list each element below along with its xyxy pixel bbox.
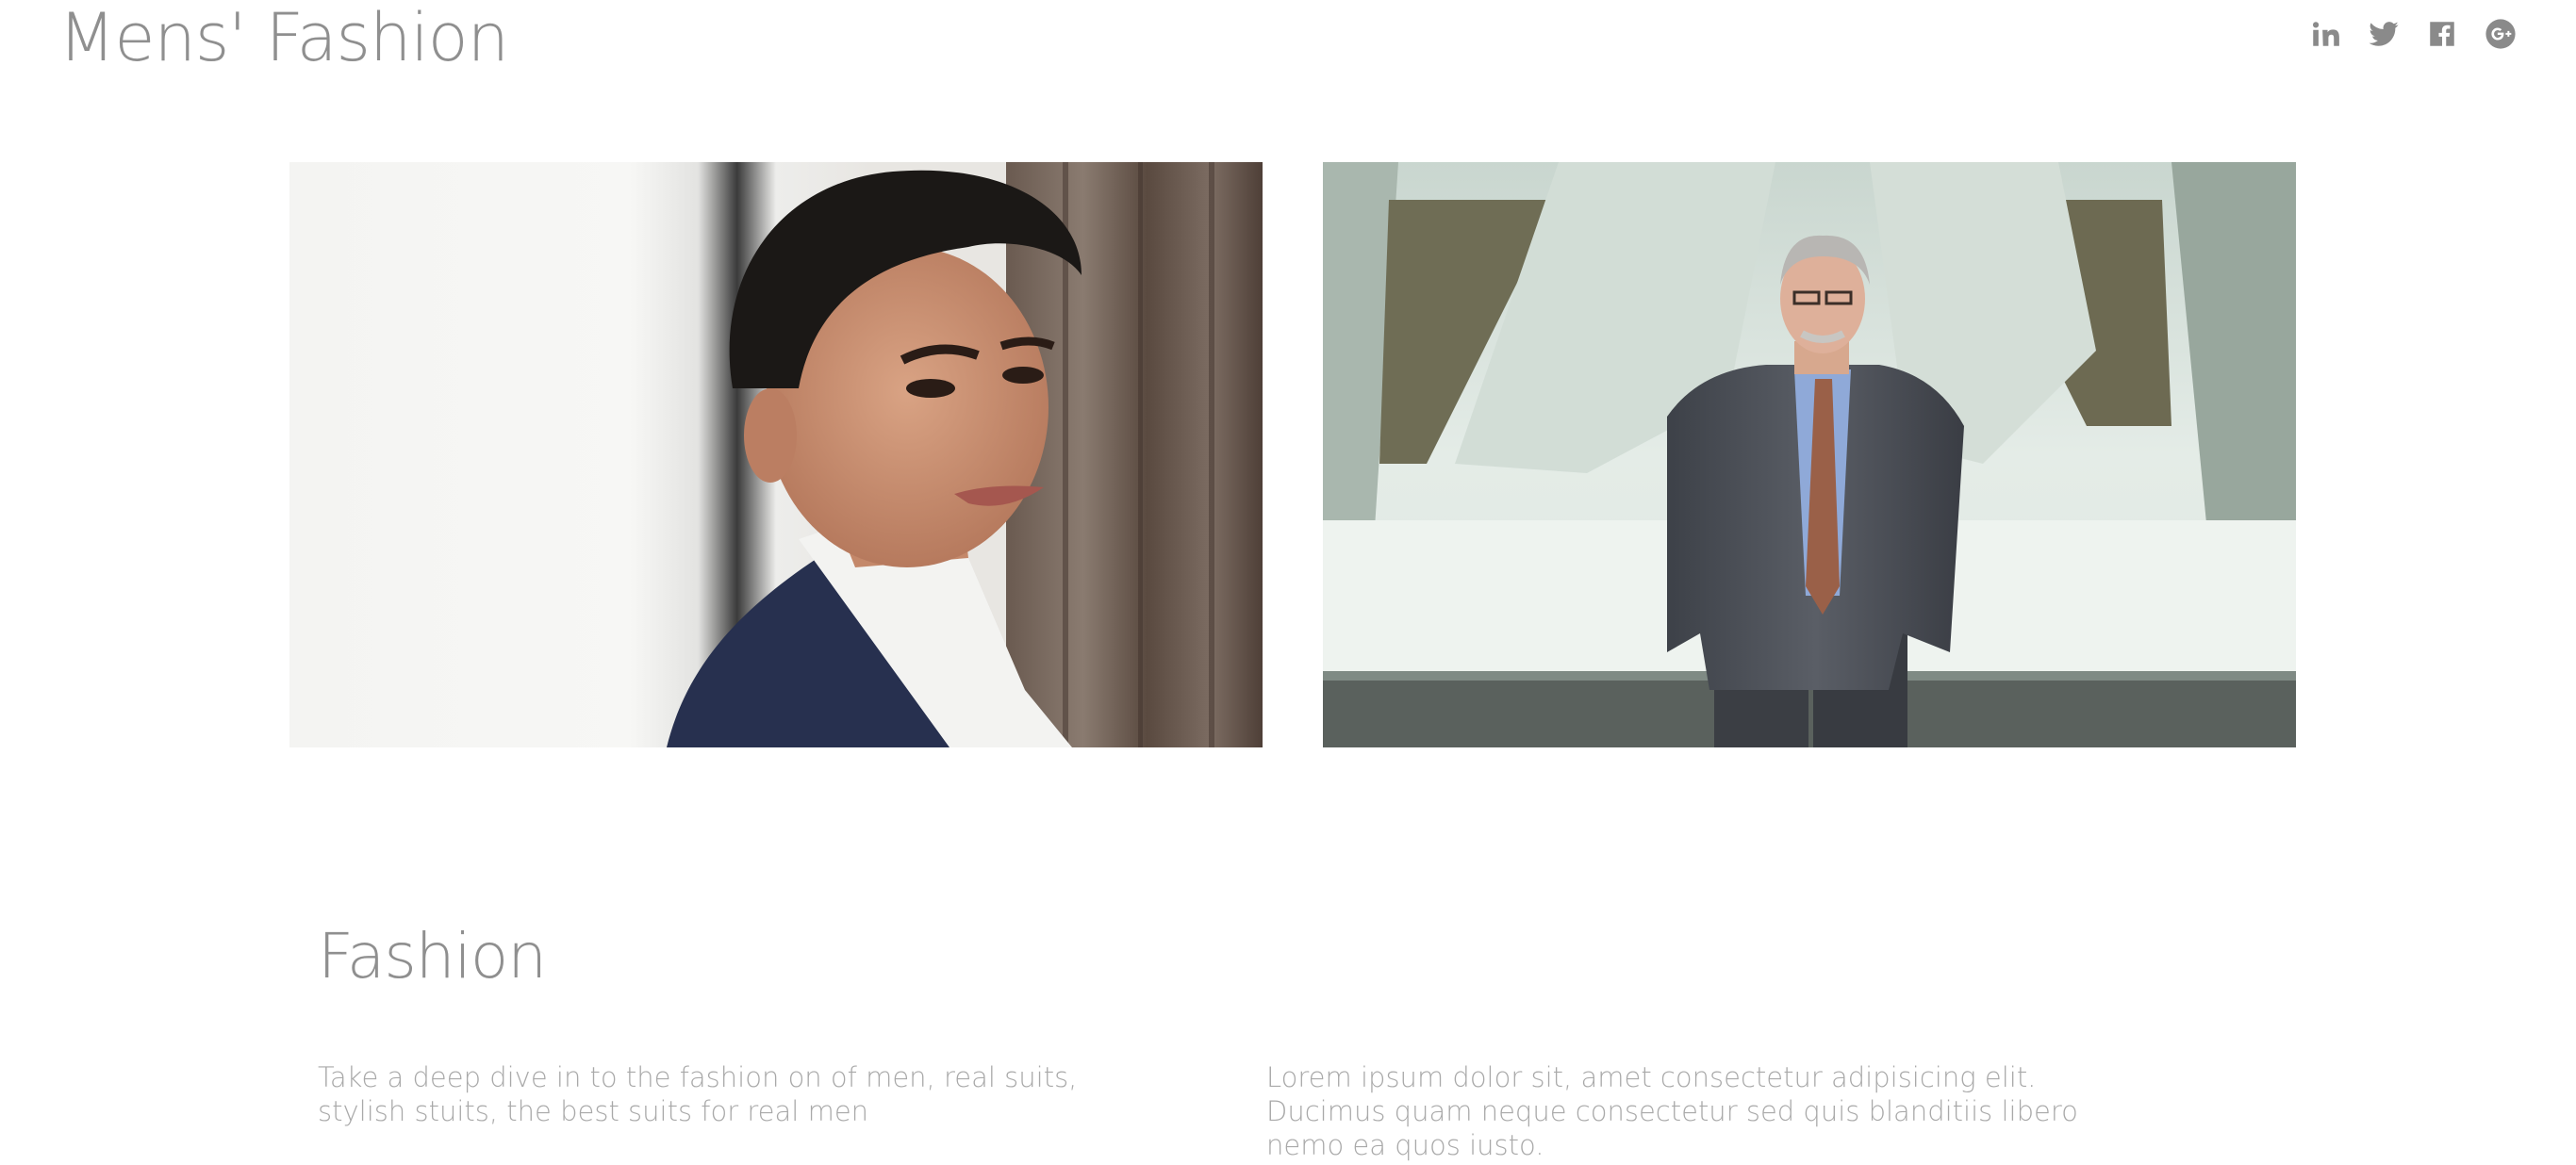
section-description-left: Take a deep dive in to the fashion on of… [318, 1061, 1078, 1127]
google-plus-icon[interactable] [2484, 17, 2518, 51]
facebook-icon[interactable] [2425, 17, 2459, 51]
photo-young-man [289, 162, 1263, 747]
section-title: Fashion [318, 920, 547, 993]
site-title[interactable]: Mens' Fashion [58, 0, 509, 75]
twitter-icon[interactable] [2367, 17, 2401, 51]
photo-older-man [1323, 162, 2296, 747]
section-description-right: Lorem ipsum dolor sit, amet consectetur … [1266, 1061, 2078, 1161]
social-links [2308, 17, 2518, 51]
linkedin-icon[interactable] [2308, 17, 2342, 51]
